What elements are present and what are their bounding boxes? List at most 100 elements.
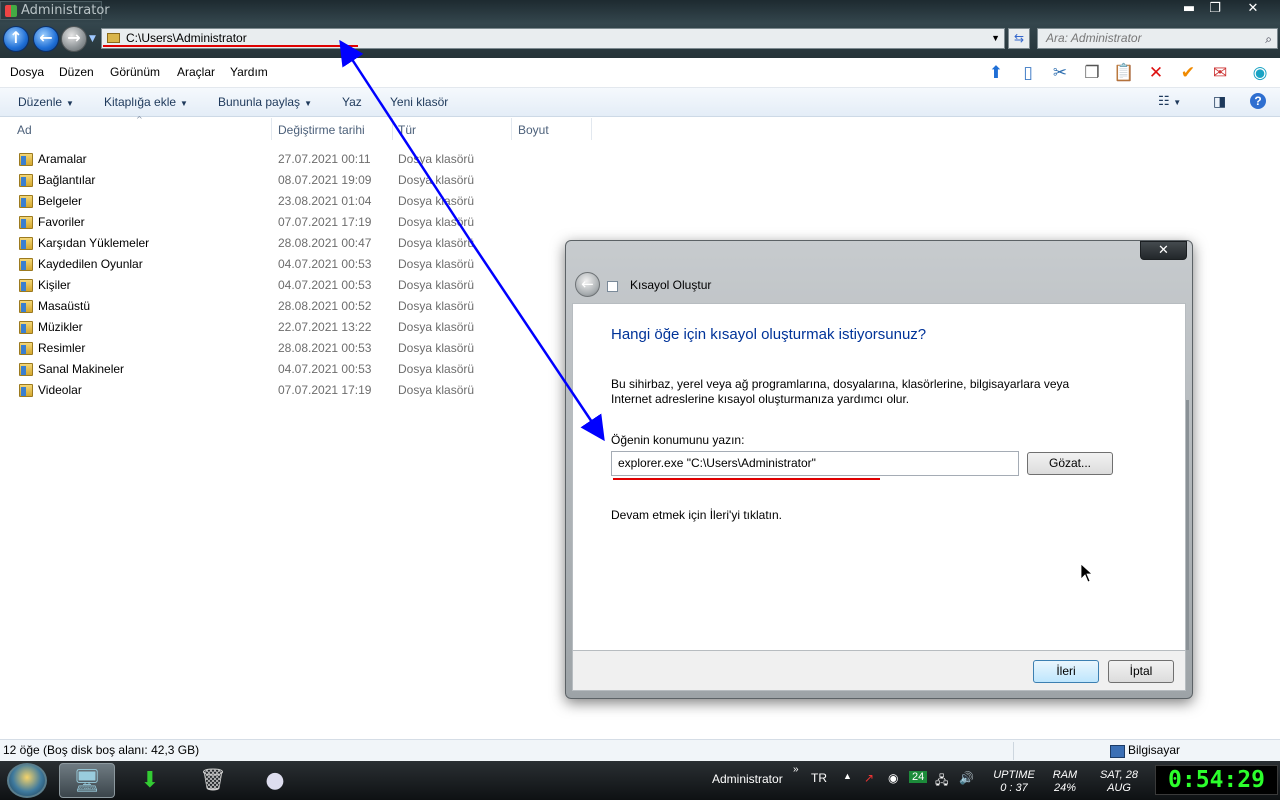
search-input[interactable]: Ara: Administrator ⌕ xyxy=(1037,28,1278,49)
file-date: 04.07.2021 00:53 xyxy=(278,257,372,271)
recycle-bin-icon[interactable]: 🗑 xyxy=(185,763,241,798)
sort-ascending-icon: ^ xyxy=(136,115,143,124)
browse-button[interactable]: Gözat... xyxy=(1027,452,1113,475)
copy-icon[interactable]: ❐ xyxy=(1080,61,1104,85)
dialog-edge xyxy=(1186,400,1189,650)
dialog-hint: Devam etmek için İleri'yi tıklatın. xyxy=(611,508,783,522)
file-type: Dosya klasörü xyxy=(398,320,475,334)
file-row[interactable]: Karşıdan Yüklemeler 28.08.2021 00:47 Dosya… xyxy=(0,233,560,254)
menu-file[interactable]: Dosya xyxy=(10,65,44,79)
location-input[interactable]: explorer.exe "C:\Users\Administrator" xyxy=(611,451,1019,476)
forward-button[interactable]: → xyxy=(61,26,87,52)
file-row[interactable]: Müzikler 22.07.2021 13:22 Dosya klasörü xyxy=(0,317,560,338)
command-bar: Düzenle ▼ Kitaplığa ekle ▼ Bununla paylaş ▼… xyxy=(0,88,1280,117)
cancel-button[interactable]: İptal xyxy=(1108,660,1174,683)
search-icon[interactable]: ⌕ xyxy=(1265,30,1272,49)
mail-icon[interactable]: ✉ xyxy=(1208,61,1232,85)
file-type: Dosya klasörü xyxy=(398,194,475,208)
dialog-title: Kısayol Oluştur xyxy=(630,278,712,292)
folder-icon xyxy=(19,195,33,208)
file-row[interactable]: Belgeler 23.08.2021 01:04 Dosya klasörü xyxy=(0,191,560,212)
column-divider[interactable] xyxy=(591,118,592,140)
network-icon[interactable]: 🖧 xyxy=(935,771,948,792)
moon-app-icon[interactable]: ● xyxy=(247,763,303,798)
folder-icon xyxy=(19,153,33,166)
file-type: Dosya klasörü xyxy=(398,299,475,313)
delete-icon[interactable]: ✕ xyxy=(1144,61,1168,85)
file-row[interactable]: Resimler 28.08.2021 00:53 Dosya klasörü xyxy=(0,338,560,359)
column-divider[interactable] xyxy=(392,118,393,140)
file-type: Dosya klasörü xyxy=(398,362,475,376)
file-name: Favoriler xyxy=(38,215,85,229)
language-indicator[interactable]: TR xyxy=(811,771,827,785)
tray-badge[interactable]: 24 xyxy=(909,771,928,783)
close-button[interactable]: ✕ xyxy=(1236,0,1270,18)
file-row[interactable]: Favoriler 07.07.2021 17:19 Dosya klasörü xyxy=(0,212,560,233)
organize-button[interactable]: Düzenle ▼ xyxy=(18,95,74,109)
file-name: Videolar xyxy=(38,383,82,397)
file-type: Dosya klasörü xyxy=(398,278,475,292)
menu-edit[interactable]: Düzen xyxy=(59,65,94,79)
address-dropdown-icon[interactable]: ▼ xyxy=(991,29,1000,48)
file-row[interactable]: Bağlantılar 08.07.2021 19:09 Dosya klasörü xyxy=(0,170,560,191)
cut-icon[interactable]: ✂ xyxy=(1048,61,1072,85)
next-button[interactable]: İleri xyxy=(1033,660,1099,683)
column-divider[interactable] xyxy=(511,118,512,140)
dialog-close-button[interactable]: ✕ xyxy=(1140,241,1187,260)
start-button[interactable] xyxy=(7,763,47,798)
globe-icon[interactable]: ◉ xyxy=(1248,61,1272,85)
file-name: Sanal Makineler xyxy=(38,362,125,376)
date-bottom: AUG xyxy=(1107,782,1131,794)
file-row[interactable]: Kaydedilen Oyunlar 04.07.2021 00:53 Dosya … xyxy=(0,254,560,275)
file-row[interactable]: Kişiler 04.07.2021 00:53 Dosya klasörü xyxy=(0,275,560,296)
up-arrow-icon[interactable]: ↑ xyxy=(3,26,29,52)
tray-expand-icon[interactable]: ▲ xyxy=(843,771,852,781)
taskbar-user[interactable]: Administrator xyxy=(712,772,783,786)
download-task-icon[interactable]: ⬇ xyxy=(122,763,178,798)
file-row[interactable]: Videolar 07.07.2021 17:19 Dosya klasörü xyxy=(0,380,560,401)
ram-label: RAM xyxy=(1052,769,1078,781)
address-bar[interactable]: C:\Users\Administrator ▼ xyxy=(101,28,1005,49)
file-row[interactable]: Sanal Makineler 04.07.2021 00:53 Dosya kla… xyxy=(0,359,560,380)
column-divider[interactable] xyxy=(271,118,272,140)
up-folder-icon[interactable]: ⬆ xyxy=(984,61,1008,85)
share-button[interactable]: Bununla paylaş ▼ xyxy=(218,95,312,109)
volume-icon[interactable]: 🔊 xyxy=(959,771,974,785)
status-divider xyxy=(1013,742,1014,760)
toolbar-expand-icon[interactable]: » xyxy=(793,764,799,775)
network-activity-icon[interactable]: ↗ xyxy=(864,771,874,785)
explorer-task-icon[interactable]: 🖥 xyxy=(59,763,115,798)
file-name: Kişiler xyxy=(38,278,71,292)
view-options-icon[interactable]: ☷ ▼ xyxy=(1158,93,1181,109)
folder-icon xyxy=(19,258,33,271)
menu-view[interactable]: Görünüm xyxy=(110,65,160,79)
chevron-down-icon: ▼ xyxy=(66,99,74,108)
menu-help[interactable]: Yardım xyxy=(230,65,268,79)
column-date[interactable]: Değiştirme tarihi xyxy=(278,118,365,144)
column-type[interactable]: Tür xyxy=(398,118,416,144)
file-name: Resimler xyxy=(38,341,86,355)
file-row[interactable]: Masaüstü 28.08.2021 00:52 Dosya klasörü xyxy=(0,296,560,317)
help-icon[interactable]: ? xyxy=(1250,93,1266,109)
history-dropdown-icon[interactable]: ▼ xyxy=(89,34,96,44)
file-row[interactable]: Aramalar 27.07.2021 00:11 Dosya klasörü xyxy=(0,149,560,170)
new-folder-button[interactable]: Yeni klasör xyxy=(390,95,448,109)
column-size[interactable]: Boyut xyxy=(518,118,549,144)
column-name[interactable]: Ad xyxy=(17,118,32,144)
dialog-back-button[interactable]: ← xyxy=(575,272,600,297)
checkmark-icon[interactable]: ✔ xyxy=(1176,61,1200,85)
tray-circle-icon[interactable]: ◉ xyxy=(888,771,898,785)
folder-icon xyxy=(19,384,33,397)
paste-icon[interactable]: 📋 xyxy=(1112,61,1136,85)
include-library-button[interactable]: Kitaplığa ekle ▼ xyxy=(104,95,188,109)
refresh-button[interactable]: ⇆ xyxy=(1008,28,1030,49)
preview-pane-icon[interactable]: ◨ xyxy=(1213,93,1226,110)
panes-icon[interactable]: ▯ xyxy=(1016,61,1040,85)
file-type: Dosya klasörü xyxy=(398,236,475,250)
back-button[interactable]: ← xyxy=(33,26,59,52)
burn-button[interactable]: Yaz xyxy=(342,95,362,109)
digital-clock[interactable]: 0:54:29 xyxy=(1155,765,1278,795)
menu-tools[interactable]: Araçlar xyxy=(177,65,215,79)
maximize-button[interactable]: ❐ xyxy=(1198,0,1232,18)
file-name: Aramalar xyxy=(38,152,87,166)
